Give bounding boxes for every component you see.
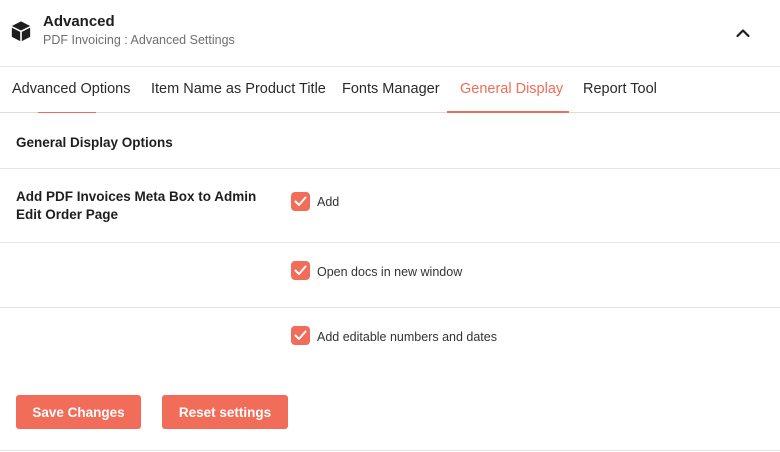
tab-general-display[interactable]: General Display — [460, 81, 563, 97]
divider — [0, 450, 780, 451]
save-changes-button[interactable]: Save Changes — [16, 395, 141, 429]
reset-settings-button[interactable]: Reset settings — [162, 395, 288, 429]
checkmark-icon — [294, 330, 307, 340]
tab-advanced-options[interactable]: Advanced Options — [12, 81, 131, 97]
section-title: General Display Options — [16, 135, 173, 150]
add-checkbox[interactable] — [291, 192, 310, 211]
tab-fonts-manager[interactable]: Fonts Manager — [342, 81, 440, 97]
chevron-up-icon[interactable] — [733, 23, 753, 43]
settings-tabs: Advanced Options Item Name as Product Ti… — [0, 67, 780, 113]
tab-hover-indicator — [38, 112, 96, 113]
tab-report-tool[interactable]: Report Tool — [583, 81, 657, 97]
divider — [0, 242, 780, 243]
cube-icon — [11, 21, 31, 42]
open-docs-new-window-label: Open docs in new window — [317, 265, 463, 279]
active-tab-indicator — [447, 111, 569, 113]
divider — [0, 168, 780, 169]
editable-numbers-dates-checkbox[interactable] — [291, 326, 310, 345]
open-docs-new-window-checkbox[interactable] — [291, 261, 310, 280]
checkmark-icon — [294, 196, 307, 206]
checkmark-icon — [294, 265, 307, 275]
divider — [0, 307, 780, 308]
add-checkbox-label: Add — [317, 195, 340, 209]
tab-item-name-as-product-title[interactable]: Item Name as Product Title — [151, 81, 326, 97]
page-title: Advanced — [43, 13, 115, 30]
page-subtitle: PDF Invoicing : Advanced Settings — [43, 33, 235, 47]
editable-numbers-dates-label: Add editable numbers and dates — [317, 330, 497, 344]
settings-header: Advanced PDF Invoicing : Advanced Settin… — [0, 0, 780, 67]
meta-box-setting-label: Add PDF Invoices Meta Box to Admin Edit … — [16, 189, 257, 222]
